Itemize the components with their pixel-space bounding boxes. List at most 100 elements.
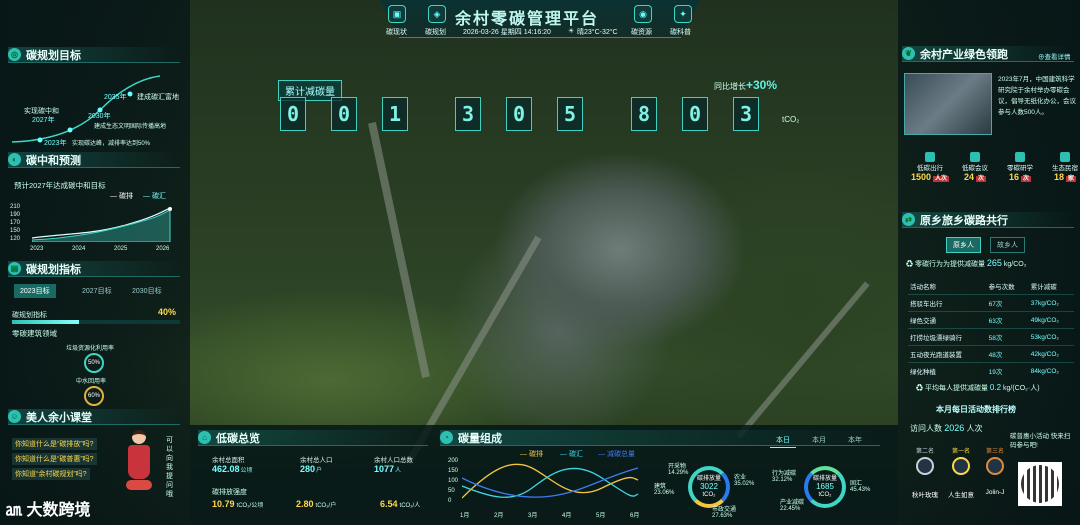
stat-label: 生态民宿 (1052, 165, 1078, 172)
counter-digit: 0 (280, 97, 306, 131)
news-photo[interactable] (904, 73, 992, 135)
counter-digit: 0 (506, 97, 532, 131)
forecast-xtick: 2024 (72, 246, 86, 252)
table-cell: 58次 (988, 335, 1003, 342)
datetime: 2026-03-26 星期四 14:16:20 (463, 29, 551, 36)
share-table: 活动名称 参与次数 累计减碳 搭驳车出行 67次 37kg/CO₂ 绿色交通 63次 49kg/… (908, 278, 1074, 379)
section-class: ☺ 美人余小课堂 (8, 409, 180, 425)
table-row[interactable]: 五动夜光跑道装置 48次 42kg/CO₂ (908, 345, 1074, 363)
goal-year: 2023年 (44, 140, 67, 147)
section-overview: ⌂ 低碳总览 (198, 430, 428, 446)
tab-2023[interactable]: 2023目标 (14, 284, 56, 298)
overview-item: 余村总面积 462.08公顷 (212, 454, 253, 474)
tab-day[interactable]: 本日 (770, 433, 796, 448)
table-header: 活动名称 参与次数 累计减碳 (908, 278, 1074, 295)
table-header-cell: 累计减碳 (1030, 284, 1057, 291)
intensity-label: 碳排放强度 (212, 489, 247, 496)
emission-ring-2: 碳排放量 1685 tCO₂ (804, 466, 846, 508)
qr-code[interactable] (1018, 462, 1062, 506)
ask-prompt: 可以向我提问哦 (166, 437, 173, 498)
forecast-xtick: 2025 (114, 246, 128, 252)
tab-2027[interactable]: 2027目标 (76, 284, 118, 298)
counter-digit: 8 (631, 97, 657, 131)
forecast-subtitle: 预计2027年达成碳中和目标 (14, 181, 106, 190)
nav-tab-1[interactable]: 碳现状 (386, 27, 407, 37)
overview-value: 462.08公顷 (212, 464, 253, 474)
rank-name: Jolin-J (985, 489, 1005, 496)
table-cell: 搭驳车出行 (910, 301, 943, 308)
rank-item[interactable]: 第二名 秋叶玫瑰 (908, 446, 942, 499)
table-cell: 49kg/CO₂ (1030, 316, 1059, 324)
question-3[interactable]: 你知道“余村碳规划”吗? (12, 468, 90, 480)
goal-year: 2030年 (88, 113, 111, 120)
nav-tab-4[interactable]: 碳科普 (670, 27, 691, 37)
tab-2030[interactable]: 2030目标 (126, 284, 168, 298)
visits: 访问人数 2026 人次 (910, 423, 983, 433)
tab-year[interactable]: 本年 (842, 433, 868, 447)
nav-icon-2[interactable]: ◈ (428, 5, 446, 23)
ring2-label: 固汇 45.43% (850, 481, 871, 493)
stat-item: 生态民宿 18 家 (1045, 152, 1080, 182)
compose-xtick: 6月 (630, 513, 640, 519)
question-1[interactable]: 你知道什么是“碳排放”吗? (12, 438, 97, 450)
forecast-legend-1: — 碳排 (110, 193, 133, 200)
avg-line: ♻ 平均每人提供减碳量 0.2 kg/(CO₂·人) (916, 383, 1040, 392)
table-row[interactable]: 打捞垃圾漂绿骑行 58次 53kg/CO₂ (908, 328, 1074, 346)
table-header-cell: 活动名称 (910, 284, 936, 291)
table-cell: 打捞垃圾漂绿骑行 (910, 335, 962, 342)
details-link[interactable]: ⊕查看详情 (1038, 51, 1071, 61)
brand-logo: ㏂ 大数跨境 (6, 502, 91, 519)
rank-item[interactable]: 第一名 人生如意 (944, 446, 978, 499)
rank-name: 人生如意 (948, 492, 974, 499)
qr-prompt: 碳普惠小活动 快来扫码参与吧! (1010, 433, 1071, 449)
table-cell: 五动夜光跑道装置 (910, 352, 962, 359)
ring-label-2: 中水回用率 (76, 379, 107, 385)
avatar-guide[interactable] (120, 430, 158, 510)
rank-name: 秋叶玫瑰 (912, 492, 938, 499)
compose-xtick: 2月 (494, 513, 504, 519)
person-icon: ☺ (8, 410, 21, 423)
overview-label: 余村总人口 (300, 457, 333, 464)
section-plan: ▤ 碳规划指标 (8, 261, 180, 277)
ring-1: 50% (84, 353, 104, 373)
nav-icon-4[interactable]: ✦ (674, 5, 692, 23)
ring1-label: 农业 35.02% (734, 475, 755, 487)
tab-yuanxiang[interactable]: 原乡人 (946, 237, 981, 253)
table-row[interactable]: 绿化种植 19次 84kg/CO₂ (908, 362, 1074, 380)
goal-text: 建成生态文明国际传播高地 (94, 124, 167, 130)
forecast-legend-2: — 碳汇 (143, 193, 166, 200)
nav-tab-3[interactable]: 碳资源 (631, 27, 652, 37)
tab-guxiang[interactable]: 故乡人 (990, 237, 1025, 253)
goal-year: 2035年 (104, 94, 127, 101)
weather: 晴23°C-32°C (577, 29, 618, 36)
tab-month[interactable]: 本月 (806, 433, 832, 447)
stat-icon (970, 152, 980, 162)
table-row[interactable]: 搭驳车出行 67次 37kg/CO₂ (908, 294, 1074, 312)
table-row[interactable]: 绿色交通 63次 49kg/CO₂ (908, 311, 1074, 329)
share-line: ♻ 零碳行为为提供减碳量 265 kg/CO₂ (906, 258, 1027, 268)
ring-2: 60% (84, 386, 104, 406)
counter-digit: 0 (331, 97, 357, 131)
compose-xtick: 3月 (528, 513, 538, 519)
overview-item: 余村人口总数 1077人 (374, 454, 413, 474)
goal-text: 实现碳达峰，减排率达到50% (72, 141, 151, 147)
target-icon: ◎ (8, 48, 21, 61)
nav-icon-1[interactable]: ▣ (388, 5, 406, 23)
page-title: 余村零碳管理平台 (455, 11, 600, 28)
compose-xtick: 5月 (596, 513, 606, 519)
goal-text: 建成碳汇富地 (137, 94, 179, 101)
rank-label: 第二名 (915, 449, 934, 455)
table-cell: 19次 (988, 369, 1003, 376)
chart-icon: ▤ (8, 262, 21, 275)
plan-progress-track (12, 320, 180, 324)
stat-icon (1060, 152, 1070, 162)
stat-item: 零碳研学 16 次 (1000, 152, 1040, 182)
question-2[interactable]: 你知道什么是“碳普惠”吗? (12, 453, 97, 465)
stat-item: 低碳出行 1500 人次 (910, 152, 950, 182)
rank-item[interactable]: 第三名 Jolin-J (978, 446, 1012, 496)
stat-icon (1015, 152, 1025, 162)
section-share: ⇄ 原乡旅乡碳路共行 (902, 212, 1074, 228)
table-cell: 37kg/CO₂ (1030, 299, 1059, 307)
nav-icon-3[interactable]: ◉ (634, 5, 652, 23)
nav-tab-2[interactable]: 碳规划 (425, 27, 446, 37)
